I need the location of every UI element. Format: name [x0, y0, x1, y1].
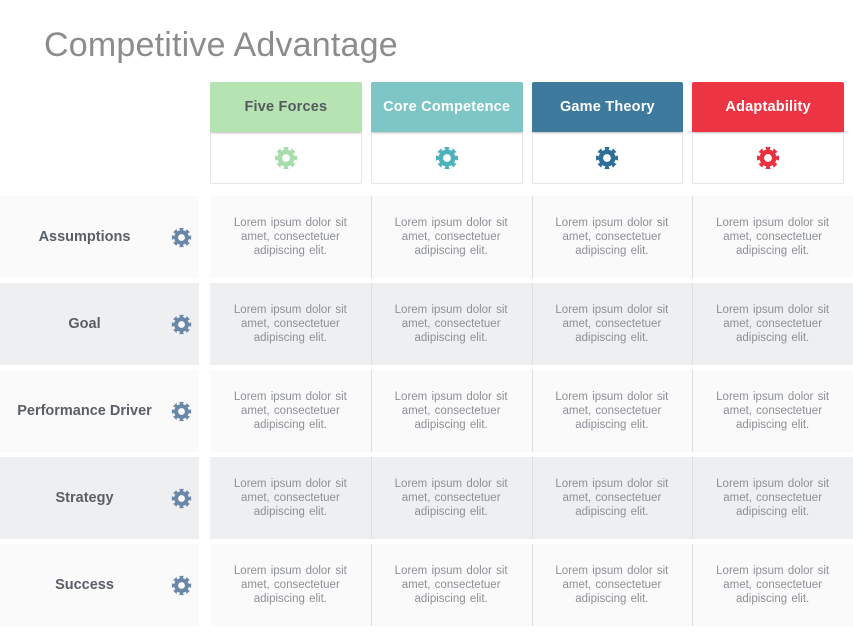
cell-text: Lorem ipsum dolor sit amet, consectetuer…: [233, 565, 347, 605]
cell-text: Lorem ipsum dolor sit amet, consectetuer…: [233, 478, 347, 518]
row-cells: Lorem ipsum dolor sit amet, consectetuer…: [210, 370, 853, 452]
table-row: Success Lorem ipsum dolor sit amet, conse…: [0, 544, 853, 626]
row-icon-slot: [163, 488, 199, 509]
column-header-icon-panel: [210, 132, 362, 184]
table-row: Goal Lorem ipsum dolor sit amet, consecte…: [0, 283, 853, 365]
gear-icon: [171, 401, 191, 421]
comparison-matrix: Assumptions Lorem ipsum dolor sit amet, c…: [0, 196, 853, 631]
table-cell[interactable]: Lorem ipsum dolor sit amet, consectetuer…: [370, 283, 532, 365]
row-gutter: [199, 457, 210, 539]
table-cell[interactable]: Lorem ipsum dolor sit amet, consectetuer…: [370, 544, 532, 626]
row-label: Goal: [68, 315, 101, 332]
cell-text: Lorem ipsum dolor sit amet, consectetuer…: [555, 565, 669, 605]
table-cell[interactable]: Lorem ipsum dolor sit amet, consectetuer…: [370, 370, 532, 452]
row-icon-slot: [163, 227, 199, 248]
row-icon-slot: [163, 575, 199, 596]
gear-icon: [435, 146, 458, 169]
column-header-card[interactable]: Adaptability: [692, 82, 844, 184]
cell-text: Lorem ipsum dolor sit amet, consectetuer…: [555, 304, 669, 344]
table-cell[interactable]: Lorem ipsum dolor sit amet, consectetuer…: [692, 283, 853, 365]
table-row: Performance Driver Lorem ipsum dolor sit …: [0, 370, 853, 452]
gear-icon: [171, 575, 191, 595]
row-gutter: [199, 283, 210, 365]
cell-text: Lorem ipsum dolor sit amet, consectetuer…: [555, 217, 669, 257]
row-icon-slot: [163, 314, 199, 335]
table-cell[interactable]: Lorem ipsum dolor sit amet, consectetuer…: [692, 457, 853, 539]
column-header-label: Game Theory: [559, 99, 655, 115]
table-cell[interactable]: Lorem ipsum dolor sit amet, consectetuer…: [210, 370, 371, 452]
column-header-card[interactable]: Five Forces: [210, 82, 362, 184]
column-header-card[interactable]: Core Competence: [370, 82, 523, 184]
gear-icon: [274, 146, 297, 169]
row-cells: Lorem ipsum dolor sit amet, consectetuer…: [210, 196, 853, 278]
cell-text: Lorem ipsum dolor sit amet, consectetuer…: [233, 304, 347, 344]
row-label-cell[interactable]: Success: [0, 544, 199, 626]
column-header-row: Five Forces Core Competence Game Theory Ada…: [210, 82, 844, 184]
cell-text: Lorem ipsum dolor sit amet, consectetuer…: [394, 565, 508, 605]
table-cell[interactable]: Lorem ipsum dolor sit amet, consectetuer…: [210, 544, 371, 626]
table-cell[interactable]: Lorem ipsum dolor sit amet, consectetuer…: [692, 544, 853, 626]
column-header-band: Five Forces: [210, 82, 362, 132]
cell-text: Lorem ipsum dolor sit amet, consectetuer…: [716, 478, 830, 518]
table-cell[interactable]: Lorem ipsum dolor sit amet, consectetuer…: [210, 457, 371, 539]
cell-text: Lorem ipsum dolor sit amet, consectetuer…: [394, 217, 508, 257]
row-label: Performance Driver: [17, 402, 152, 419]
table-cell[interactable]: Lorem ipsum dolor sit amet, consectetuer…: [210, 196, 371, 278]
row-label-cell[interactable]: Goal: [0, 283, 199, 365]
table-cell[interactable]: Lorem ipsum dolor sit amet, consectetuer…: [210, 283, 371, 365]
table-cell[interactable]: Lorem ipsum dolor sit amet, consectetuer…: [692, 196, 853, 278]
table-cell[interactable]: Lorem ipsum dolor sit amet, consectetuer…: [531, 457, 693, 539]
row-label-cell[interactable]: Assumptions: [0, 196, 199, 278]
row-label: Assumptions: [38, 228, 131, 245]
row-gutter: [199, 196, 210, 278]
table-cell[interactable]: Lorem ipsum dolor sit amet, consectetuer…: [531, 544, 693, 626]
gear-icon: [171, 314, 191, 334]
row-label-cell[interactable]: Strategy: [0, 457, 199, 539]
column-header-card[interactable]: Game Theory: [531, 82, 684, 184]
row-label-cell[interactable]: Performance Driver: [0, 370, 199, 452]
gear-icon: [596, 146, 619, 169]
row-icon-slot: [163, 401, 199, 422]
column-header-label: Core Competence: [383, 99, 511, 115]
row-gutter: [199, 370, 210, 452]
cell-text: Lorem ipsum dolor sit amet, consectetuer…: [716, 565, 830, 605]
table-row: Strategy Lorem ipsum dolor sit amet, cons…: [0, 457, 853, 539]
cell-text: Lorem ipsum dolor sit amet, consectetuer…: [716, 304, 830, 344]
cell-text: Lorem ipsum dolor sit amet, consectetuer…: [394, 304, 508, 344]
table-cell[interactable]: Lorem ipsum dolor sit amet, consectetuer…: [692, 370, 853, 452]
table-row: Assumptions Lorem ipsum dolor sit amet, c…: [0, 196, 853, 278]
cell-text: Lorem ipsum dolor sit amet, consectetuer…: [394, 391, 508, 431]
column-header-band: Game Theory: [531, 82, 684, 132]
column-header-label: Adaptability: [725, 99, 811, 115]
row-label: Strategy: [55, 489, 114, 506]
gear-icon: [171, 488, 191, 508]
row-cells: Lorem ipsum dolor sit amet, consectetuer…: [210, 544, 853, 626]
column-header-icon-panel: [370, 132, 523, 184]
row-gutter: [199, 544, 210, 626]
table-cell[interactable]: Lorem ipsum dolor sit amet, consectetuer…: [531, 370, 693, 452]
table-cell[interactable]: Lorem ipsum dolor sit amet, consectetuer…: [531, 196, 693, 278]
row-cells: Lorem ipsum dolor sit amet, consectetuer…: [210, 457, 853, 539]
column-header-band: Adaptability: [692, 82, 844, 132]
gear-icon: [757, 146, 780, 169]
column-header-band: Core Competence: [370, 82, 523, 132]
cell-text: Lorem ipsum dolor sit amet, consectetuer…: [716, 217, 830, 257]
table-cell[interactable]: Lorem ipsum dolor sit amet, consectetuer…: [370, 457, 532, 539]
slide-canvas: Competitive Advantage Five Forces Core Co…: [0, 0, 853, 640]
cell-text: Lorem ipsum dolor sit amet, consectetuer…: [555, 391, 669, 431]
page-title: Competitive Advantage: [44, 26, 398, 64]
cell-text: Lorem ipsum dolor sit amet, consectetuer…: [716, 391, 830, 431]
table-cell[interactable]: Lorem ipsum dolor sit amet, consectetuer…: [531, 283, 693, 365]
cell-text: Lorem ipsum dolor sit amet, consectetuer…: [233, 217, 347, 257]
table-cell[interactable]: Lorem ipsum dolor sit amet, consectetuer…: [370, 196, 532, 278]
column-header-icon-panel: [531, 132, 684, 184]
column-header-label: Five Forces: [244, 99, 328, 115]
row-label: Success: [55, 576, 114, 593]
cell-text: Lorem ipsum dolor sit amet, consectetuer…: [394, 478, 508, 518]
cell-text: Lorem ipsum dolor sit amet, consectetuer…: [233, 391, 347, 431]
row-cells: Lorem ipsum dolor sit amet, consectetuer…: [210, 283, 853, 365]
gear-icon: [171, 227, 191, 247]
cell-text: Lorem ipsum dolor sit amet, consectetuer…: [555, 478, 669, 518]
column-header-icon-panel: [692, 132, 844, 184]
